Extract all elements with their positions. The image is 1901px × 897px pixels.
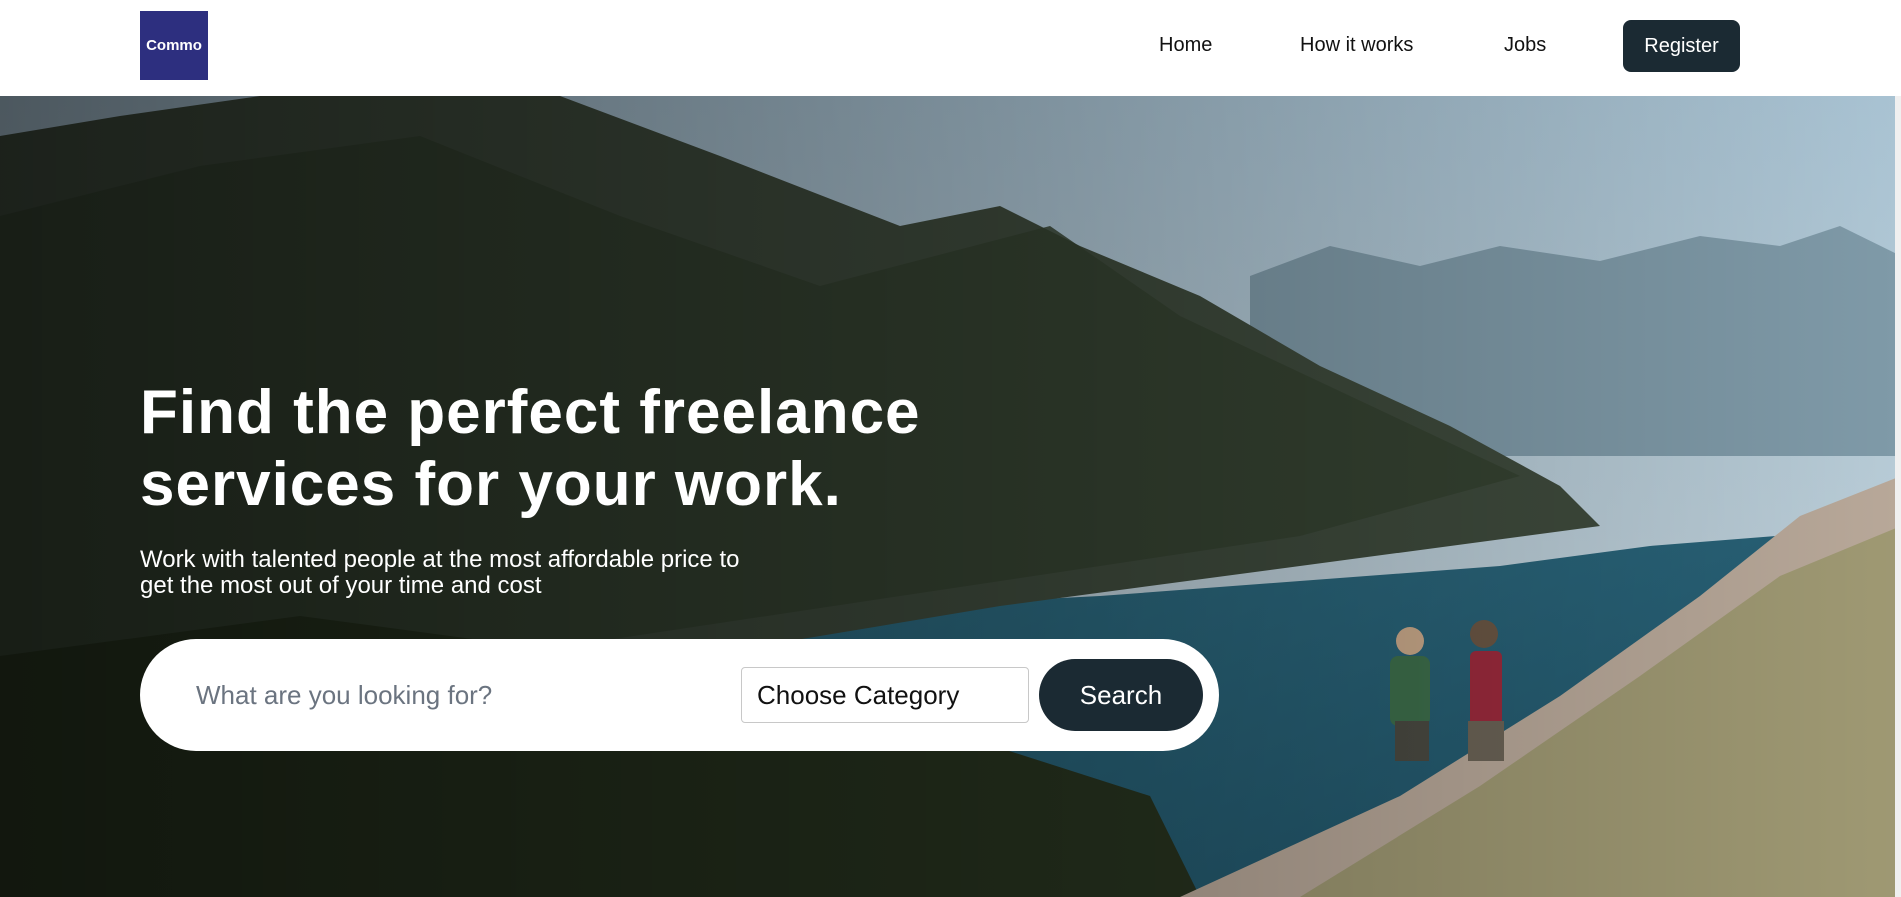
hero-headline-line1: Find the perfect freelance — [140, 378, 921, 447]
logo[interactable]: Commo — [140, 11, 208, 80]
register-button[interactable]: Register — [1623, 20, 1740, 72]
category-select[interactable]: Choose Category — [741, 667, 1029, 723]
hero-headline-line2: services for your work. — [140, 450, 842, 519]
search-button[interactable]: Search — [1039, 659, 1203, 731]
hero-subheadline-line2: get the most out of your time and cost — [140, 572, 542, 599]
hero-subheadline-line1: Work with talented people at the most af… — [140, 546, 740, 573]
nav-home-link[interactable]: Home — [1159, 32, 1212, 58]
site-header: Commo Home How it works Jobs Register — [0, 0, 1901, 96]
hero-subheadline: Work with talented people at the most af… — [140, 547, 820, 599]
nav-jobs-link[interactable]: Jobs — [1504, 32, 1546, 58]
nav-how-it-works-link[interactable]: How it works — [1300, 32, 1413, 58]
page-scrollbar[interactable] — [1895, 96, 1901, 897]
hero-section: Find the perfect freelance services for … — [0, 96, 1901, 897]
search-input[interactable] — [190, 669, 710, 721]
search-bar: Choose Category Search — [140, 639, 1219, 751]
hero-headline: Find the perfect freelance services for … — [140, 377, 1040, 521]
